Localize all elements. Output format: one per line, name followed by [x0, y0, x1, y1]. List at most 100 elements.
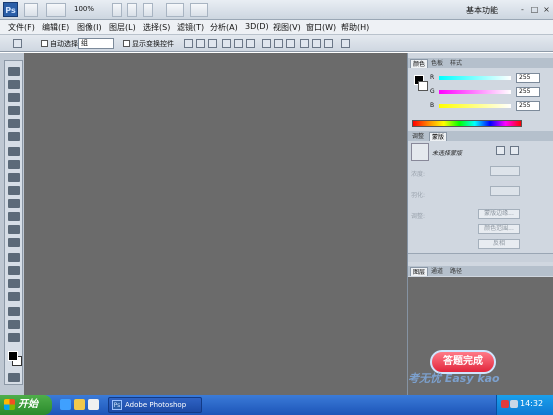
move-tool-icon[interactable]	[13, 39, 22, 48]
minimize-button[interactable]: -	[517, 4, 528, 15]
invert-button[interactable]: 反相	[478, 239, 520, 249]
background-color-preview[interactable]	[418, 81, 428, 91]
gradient-tool-icon[interactable]	[8, 212, 20, 221]
hand-tool-icon[interactable]	[112, 3, 122, 17]
word-icon[interactable]	[88, 399, 99, 410]
align-top-icon[interactable]	[184, 39, 193, 48]
menu-view[interactable]: 视图(V)	[273, 22, 301, 33]
start-label: 开始	[18, 399, 38, 410]
view-extras-button[interactable]	[46, 3, 66, 17]
tab-styles[interactable]: 样式	[448, 59, 464, 68]
hand-tool-icon[interactable]	[8, 333, 20, 342]
tab-swatches[interactable]: 色板	[429, 59, 445, 68]
marquee-tool-icon[interactable]	[8, 80, 20, 89]
distribute-bottom-icon[interactable]	[286, 39, 295, 48]
pen-tool-icon[interactable]	[8, 253, 20, 262]
vector-mask-icon[interactable]	[510, 146, 519, 155]
channel-g-label: G	[430, 88, 435, 95]
quick-mask-icon[interactable]	[8, 373, 20, 382]
menu-layer[interactable]: 图层(L)	[109, 22, 136, 33]
tab-color[interactable]: 颜色	[410, 59, 429, 68]
distribute-top-icon[interactable]	[262, 39, 271, 48]
menu-3d[interactable]: 3D(D)	[245, 22, 269, 31]
zoom-level[interactable]: 100%	[74, 5, 94, 13]
menu-image[interactable]: 图像(I)	[77, 22, 102, 33]
density-label: 浓度:	[411, 171, 426, 178]
dodge-tool-icon[interactable]	[8, 238, 20, 247]
workspace-switcher[interactable]: 基本功能	[466, 5, 498, 16]
path-selection-tool-icon[interactable]	[8, 279, 20, 288]
align-vcenter-icon[interactable]	[196, 39, 205, 48]
channel-r-slider[interactable]	[439, 76, 511, 80]
tray-icon-1[interactable]	[501, 400, 509, 408]
tab-paths[interactable]: 路径	[448, 267, 464, 276]
arrange-documents-button[interactable]	[166, 3, 184, 17]
tab-channels[interactable]: 通道	[429, 267, 445, 276]
eyedropper-tool-icon[interactable]	[8, 132, 20, 141]
foreground-color-swatch[interactable]	[8, 351, 18, 361]
bridge-button[interactable]	[24, 3, 38, 17]
density-field[interactable]	[490, 166, 520, 176]
healing-brush-tool-icon[interactable]	[8, 147, 20, 156]
type-tool-icon[interactable]	[8, 266, 20, 275]
screen-mode-button[interactable]	[190, 3, 208, 17]
channel-g-slider[interactable]	[439, 90, 511, 94]
distribute-left-icon[interactable]	[300, 39, 309, 48]
quick-select-tool-icon[interactable]	[8, 106, 20, 115]
align-right-icon[interactable]	[246, 39, 255, 48]
menu-help[interactable]: 帮助(H)	[341, 22, 369, 33]
channel-b-input[interactable]: 255	[516, 101, 540, 111]
auto-select-checkbox[interactable]	[41, 40, 48, 47]
distribute-hcenter-icon[interactable]	[312, 39, 321, 48]
menu-analysis[interactable]: 分析(A)	[210, 22, 238, 33]
tools-panel	[4, 60, 23, 385]
history-brush-tool-icon[interactable]	[8, 186, 20, 195]
channel-g-input[interactable]: 255	[516, 87, 540, 97]
auto-align-icon[interactable]	[341, 39, 350, 48]
eraser-tool-icon[interactable]	[8, 199, 20, 208]
taskbar-item-photoshop[interactable]: Ps Adobe Photoshop	[108, 397, 202, 413]
distribute-right-icon[interactable]	[324, 39, 333, 48]
auto-select-dropdown[interactable]: 组	[78, 38, 114, 49]
close-button[interactable]: ×	[541, 4, 552, 15]
menu-filter[interactable]: 滤镜(T)	[177, 22, 204, 33]
align-hcenter-icon[interactable]	[234, 39, 243, 48]
mask-edge-button[interactable]: 蒙版边缘...	[478, 209, 520, 219]
menu-window[interactable]: 窗口(W)	[306, 22, 336, 33]
menu-select[interactable]: 选择(S)	[143, 22, 170, 33]
rotate-view-icon[interactable]	[143, 3, 153, 17]
zoom-tool-icon[interactable]	[127, 3, 137, 17]
3d-orbit-tool-icon[interactable]	[8, 320, 20, 329]
move-tool-icon[interactable]	[8, 67, 20, 76]
tab-adjustments[interactable]: 调整	[410, 132, 426, 141]
feather-field[interactable]	[490, 186, 520, 196]
3d-rotate-tool-icon[interactable]	[8, 307, 20, 316]
ie-icon[interactable]	[60, 399, 71, 410]
lasso-tool-icon[interactable]	[8, 93, 20, 102]
clock: 14:32	[520, 399, 544, 408]
blur-tool-icon[interactable]	[8, 225, 20, 234]
maximize-button[interactable]: □	[529, 4, 540, 15]
menu-edit[interactable]: 编辑(E)	[42, 22, 69, 33]
align-bottom-icon[interactable]	[208, 39, 217, 48]
clone-stamp-tool-icon[interactable]	[8, 173, 20, 182]
show-transform-checkbox[interactable]	[123, 40, 130, 47]
distribute-vcenter-icon[interactable]	[274, 39, 283, 48]
rectangle-tool-icon[interactable]	[8, 292, 20, 301]
volume-icon[interactable]	[510, 400, 518, 408]
crop-tool-icon[interactable]	[8, 119, 20, 128]
color-range-button[interactable]: 颜色范围...	[478, 224, 520, 234]
tab-masks[interactable]: 蒙版	[429, 132, 448, 141]
brush-tool-icon[interactable]	[8, 160, 20, 169]
folder-icon[interactable]	[74, 399, 85, 410]
tab-layers[interactable]: 图层	[410, 267, 429, 276]
color-spectrum[interactable]	[412, 120, 522, 127]
channel-b-slider[interactable]	[439, 104, 511, 108]
mask-panel-footer	[408, 253, 553, 262]
align-left-icon[interactable]	[222, 39, 231, 48]
pixel-mask-icon[interactable]	[496, 146, 505, 155]
channel-r-input[interactable]: 255	[516, 73, 540, 83]
menu-file[interactable]: 文件(F)	[8, 22, 35, 33]
document-canvas-area[interactable]	[24, 53, 407, 395]
start-button[interactable]: 开始	[0, 395, 52, 415]
